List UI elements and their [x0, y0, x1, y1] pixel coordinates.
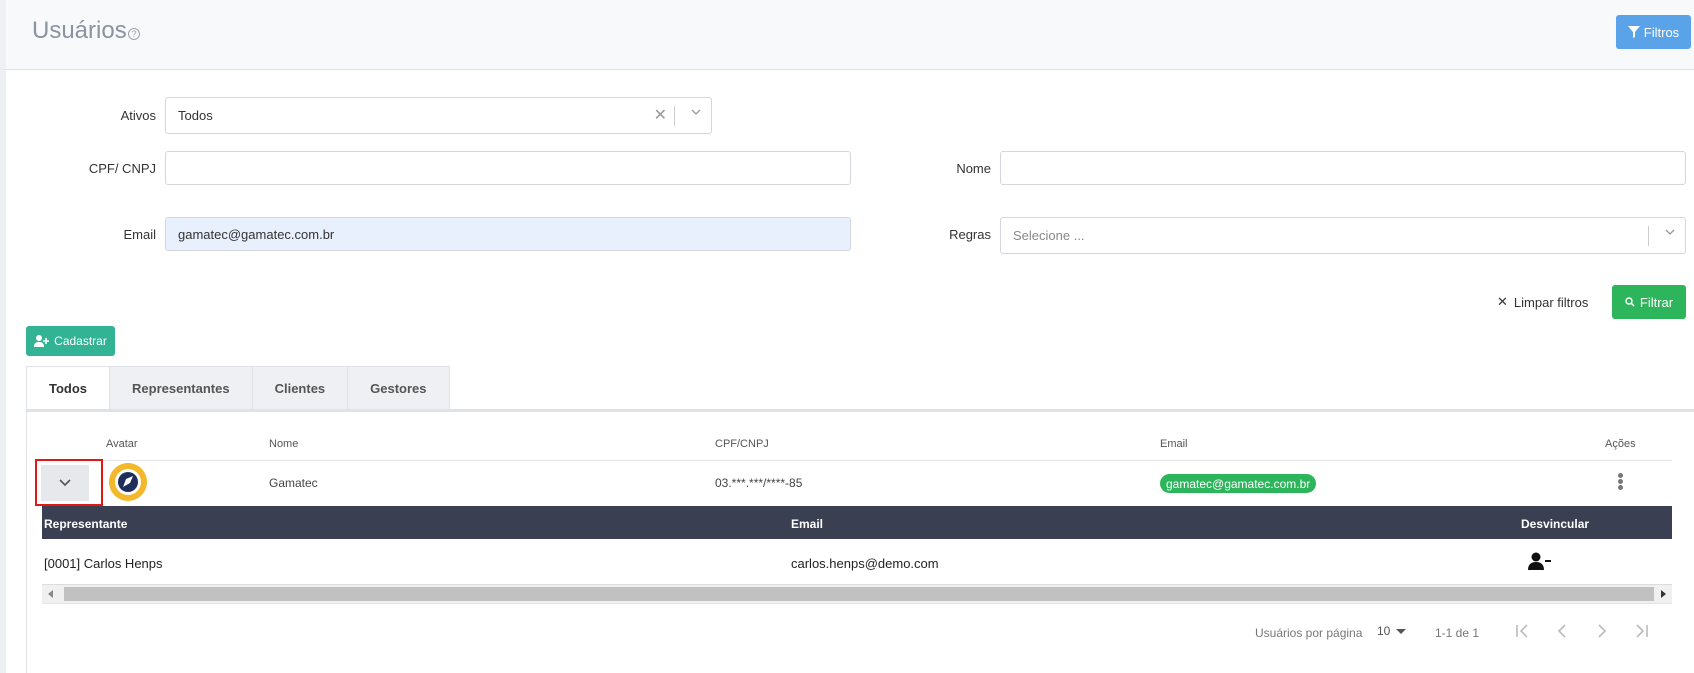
chevron-down-icon[interactable] — [691, 107, 701, 117]
first-page-icon[interactable] — [1511, 620, 1533, 642]
chevron-down-icon — [59, 479, 71, 487]
filters-button-label: Filtros — [1643, 24, 1680, 40]
regras-select-placeholder: Selecione ... — [1013, 228, 1085, 243]
page-header: Usuários ? Filtros — [0, 0, 1694, 70]
email-label: Email — [123, 227, 156, 242]
filter-submit-button[interactable]: Filtrar — [1612, 285, 1686, 319]
cpf-input[interactable] — [165, 151, 851, 185]
user-email-badge: gamatec@gamatec.com.br — [1160, 474, 1317, 493]
cpf-label: CPF/ CNPJ — [88, 161, 156, 176]
previous-page-icon[interactable] — [1551, 620, 1573, 642]
per-page-value: 10 — [1377, 624, 1391, 638]
close-icon: ✕ — [1497, 294, 1508, 309]
nome-label: Nome — [956, 161, 991, 176]
add-user-label: Cadastrar — [54, 334, 107, 348]
table-header-divider — [42, 460, 1672, 461]
chevron-down-icon[interactable] — [1665, 227, 1675, 237]
horizontal-scrollbar[interactable] — [42, 584, 1672, 603]
select-separator — [674, 106, 675, 126]
avatar — [109, 463, 147, 501]
pagination-range: 1-1 de 1 — [1435, 626, 1480, 640]
ativos-label: Ativos — [120, 108, 156, 123]
column-header-nome: Nome — [269, 438, 299, 450]
user-cpf: 03.***.***/****-85 — [715, 476, 803, 490]
select-separator — [1648, 226, 1649, 246]
expand-row-button[interactable] — [35, 459, 103, 506]
add-user-button[interactable]: Cadastrar — [26, 326, 115, 356]
scroll-left-arrow-icon[interactable] — [48, 590, 53, 598]
help-icon[interactable]: ? — [128, 28, 140, 40]
scroll-right-arrow-icon[interactable] — [1661, 590, 1666, 598]
column-header-cpf: CPF/CNPJ — [715, 438, 769, 450]
tab-gestores[interactable]: Gestores — [348, 366, 450, 410]
subtable-bottom-divider — [42, 603, 1672, 604]
next-page-icon[interactable] — [1591, 620, 1613, 642]
scroll-thumb[interactable] — [64, 587, 1654, 601]
page-title: Usuários — [32, 17, 127, 44]
subtable-header — [42, 506, 1672, 539]
row-actions-menu-icon[interactable] — [1615, 472, 1625, 492]
user-type-tabs: Todos Representantes Clientes Gestores — [26, 366, 450, 410]
per-page-select[interactable]: 10 — [1377, 624, 1407, 638]
tab-representantes[interactable]: Representantes — [110, 366, 253, 410]
column-header-acoes: Ações — [1605, 438, 1636, 450]
search-icon — [1625, 297, 1635, 307]
filter-submit-label: Filtrar — [1639, 294, 1674, 310]
clear-filters-button[interactable]: ✕ Limpar filtros — [1497, 287, 1588, 317]
per-page-label: Usuários por página — [1255, 626, 1363, 640]
user-name: Gamatec — [269, 476, 318, 490]
clear-filters-label: Limpar filtros — [1513, 294, 1589, 310]
subtable-header-email: Email — [791, 517, 824, 531]
column-header-avatar: Avatar — [106, 438, 138, 450]
left-border — [0, 70, 6, 673]
subtable-header-representante: Representante — [44, 517, 128, 531]
representative-name: [0001] Carlos Henps — [44, 556, 163, 571]
regras-label: Regras — [949, 227, 991, 242]
clear-selection-icon[interactable]: ✕ — [654, 105, 667, 125]
funnel-icon — [1627, 26, 1640, 38]
add-user-icon — [34, 335, 50, 347]
ativos-select-value: Todos — [178, 108, 213, 123]
nome-input[interactable] — [1000, 151, 1686, 185]
regras-select[interactable]: Selecione ... — [1000, 217, 1686, 254]
tab-todos[interactable]: Todos — [26, 366, 111, 410]
last-page-icon[interactable] — [1631, 620, 1653, 642]
representative-email: carlos.henps@demo.com — [791, 556, 939, 571]
ativos-select[interactable]: Todos ✕ — [165, 97, 712, 134]
filters-button[interactable]: Filtros — [1616, 15, 1691, 49]
expand-row-inner — [41, 465, 89, 501]
column-header-email: Email — [1160, 438, 1188, 450]
caret-down-icon — [1396, 628, 1407, 634]
email-input[interactable]: gamatec@gamatec.com.br — [165, 217, 851, 251]
unlink-user-icon[interactable] — [1528, 552, 1552, 570]
tab-clientes[interactable]: Clientes — [252, 366, 349, 410]
subtable-header-desvincular: Desvincular — [1521, 517, 1590, 531]
